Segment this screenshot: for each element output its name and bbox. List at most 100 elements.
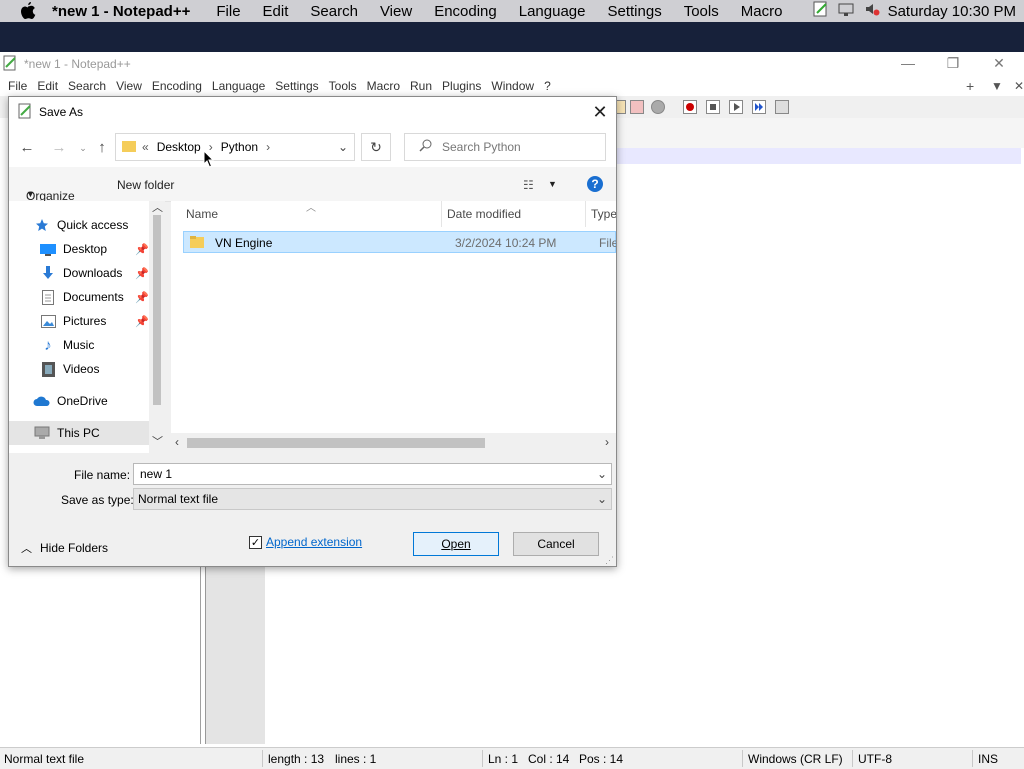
npp-menu-tools[interactable]: Tools xyxy=(329,79,357,93)
stop-macro-icon[interactable] xyxy=(706,100,720,114)
save-macro-icon[interactable] xyxy=(775,100,789,114)
npp-menu-plugins[interactable]: Plugins xyxy=(442,79,481,93)
column-type[interactable]: Type xyxy=(591,207,616,221)
npp-menu-window[interactable]: Window xyxy=(491,79,534,93)
dialog-close-button[interactable]: ✕ xyxy=(590,102,610,122)
close-tab-icon[interactable]: ✕ xyxy=(1014,79,1024,93)
current-line-highlight xyxy=(617,148,1021,164)
file-name-field[interactable]: new 1 ⌄ xyxy=(133,463,612,485)
npp-menu-macro[interactable]: Macro xyxy=(367,79,400,93)
scroll-right-icon[interactable]: › xyxy=(605,435,609,449)
refresh-button[interactable]: ↻ xyxy=(361,133,391,161)
npp-menu-run[interactable]: Run xyxy=(410,79,432,93)
restore-button[interactable]: ❐ xyxy=(940,54,966,72)
new-folder-button[interactable]: New folder xyxy=(117,178,174,192)
apple-icon[interactable] xyxy=(18,1,38,21)
file-name-dropdown-icon[interactable]: ⌄ xyxy=(597,467,607,481)
desktop-strip xyxy=(0,22,1024,52)
column-name[interactable]: Name xyxy=(186,207,218,221)
play-macro-icon[interactable] xyxy=(729,100,743,114)
chevron-up-icon: ︿ xyxy=(21,543,32,555)
network-icon[interactable] xyxy=(838,1,856,21)
mac-menu-language[interactable]: Language xyxy=(519,3,586,20)
volume-muted-icon[interactable] xyxy=(864,1,880,21)
computer-icon xyxy=(33,425,51,441)
nav-onedrive[interactable]: OneDrive xyxy=(33,389,165,413)
toolbar-monitor-icon[interactable] xyxy=(651,100,665,114)
mac-menu-view[interactable]: View xyxy=(380,3,412,20)
npp-titlebar: *new 1 - Notepad++ — ❐ ✕ xyxy=(0,52,1024,76)
mac-menu-encoding[interactable]: Encoding xyxy=(434,3,497,20)
npp-app-icon xyxy=(2,55,18,74)
search-icon xyxy=(419,139,432,155)
breadcrumb-python[interactable]: Python xyxy=(221,140,258,154)
scroll-left-icon[interactable]: ‹ xyxy=(175,435,179,449)
hscroll-thumb[interactable] xyxy=(187,438,485,448)
cancel-button[interactable]: Cancel xyxy=(513,532,599,556)
clock[interactable]: Saturday 10:30 PM xyxy=(888,3,1016,20)
file-list-pane: Name ︿ Date modified Type VN Engine 3/2/… xyxy=(171,201,616,453)
play-multiple-icon[interactable] xyxy=(752,100,766,114)
resize-grip-icon[interactable]: ⋰ xyxy=(605,555,614,566)
notepad-tray-icon[interactable] xyxy=(812,1,830,21)
help-icon[interactable]: ? xyxy=(586,175,604,196)
close-window-button[interactable]: ✕ xyxy=(986,54,1012,72)
nav-music[interactable]: ♪ Music xyxy=(39,333,165,357)
status-col: Col : 14 xyxy=(528,752,570,766)
tab-list-icon[interactable]: ▼ xyxy=(991,79,1003,93)
save-type-select[interactable]: Normal text file ⌄ xyxy=(133,488,612,510)
npp-menu-language[interactable]: Language xyxy=(212,79,265,93)
pictures-icon xyxy=(39,313,57,329)
mac-menu-tools[interactable]: Tools xyxy=(684,3,719,20)
mac-app-name[interactable]: *new 1 - Notepad++ xyxy=(52,3,190,20)
npp-menu-file[interactable]: File xyxy=(8,79,27,93)
mac-menu-settings[interactable]: Settings xyxy=(608,3,662,20)
npp-menu-search[interactable]: Search xyxy=(68,79,106,93)
toolbar-folder-view-icon[interactable] xyxy=(630,100,644,114)
checkbox-check-icon: ✓ xyxy=(249,535,262,549)
scroll-up-icon[interactable]: ︿ xyxy=(152,199,163,215)
new-tab-icon[interactable]: + xyxy=(966,78,974,94)
breadcrumb-desktop[interactable]: Desktop xyxy=(157,140,201,154)
view-options-icon[interactable]: ☷ xyxy=(523,178,534,192)
nav-quick-access[interactable]: Quick access xyxy=(33,213,165,237)
dialog-title: Save As xyxy=(39,105,84,119)
mac-menu-search[interactable]: Search xyxy=(310,3,358,20)
up-arrow-icon[interactable]: ↑ xyxy=(92,139,112,157)
open-button[interactable]: Open xyxy=(413,532,499,556)
recent-locations-icon[interactable]: ⌄ xyxy=(73,139,93,157)
npp-menu-edit[interactable]: Edit xyxy=(37,79,58,93)
address-bar[interactable]: « Desktop › Python › ⌄ xyxy=(115,133,355,161)
status-length: length : 13 xyxy=(268,752,325,766)
save-type-dropdown-icon[interactable]: ⌄ xyxy=(597,492,607,506)
column-date-modified[interactable]: Date modified xyxy=(447,207,521,221)
npp-menu-encoding[interactable]: Encoding xyxy=(152,79,202,93)
minimize-button[interactable]: — xyxy=(895,54,921,72)
dialog-titlebar: Save As ✕ xyxy=(9,97,616,127)
mac-menu-file[interactable]: File xyxy=(216,3,240,20)
mac-menu-edit[interactable]: Edit xyxy=(263,3,289,20)
save-type-value: Normal text file xyxy=(138,492,219,506)
address-dropdown-icon[interactable]: ⌄ xyxy=(338,140,348,154)
view-dropdown-icon[interactable]: ▼ xyxy=(548,179,557,189)
nav-pane-scrollbar[interactable]: ︿ ﹀ xyxy=(149,201,165,453)
nav-this-pc[interactable]: This PC xyxy=(9,421,149,445)
nav-videos[interactable]: Videos xyxy=(39,357,165,381)
nav-scroll-thumb[interactable] xyxy=(153,215,161,405)
record-macro-icon[interactable] xyxy=(683,100,697,114)
file-list-hscrollbar[interactable]: ‹ › xyxy=(171,433,616,453)
status-encoding: UTF-8 xyxy=(858,752,892,766)
hide-folders-button[interactable]: ︿ Hide Folders xyxy=(21,540,108,556)
scroll-down-icon[interactable]: ﹀ xyxy=(152,433,163,449)
npp-menu-help[interactable]: ? xyxy=(544,79,551,93)
file-name-label: File name: xyxy=(74,468,131,482)
mac-menu-macro[interactable]: Macro xyxy=(741,3,783,20)
file-row[interactable]: VN Engine 3/2/2024 10:24 PM File fo xyxy=(183,231,616,253)
breadcrumb-chevron-icon[interactable]: › xyxy=(266,140,270,154)
append-extension-checkbox[interactable]: ✓ Append extension xyxy=(249,535,362,549)
npp-menu-view[interactable]: View xyxy=(116,79,142,93)
forward-arrow-icon[interactable]: → xyxy=(49,139,69,157)
back-arrow-icon[interactable]: ← xyxy=(17,139,37,157)
npp-menu-settings[interactable]: Settings xyxy=(275,79,318,93)
search-box[interactable]: Search Python xyxy=(404,133,606,161)
